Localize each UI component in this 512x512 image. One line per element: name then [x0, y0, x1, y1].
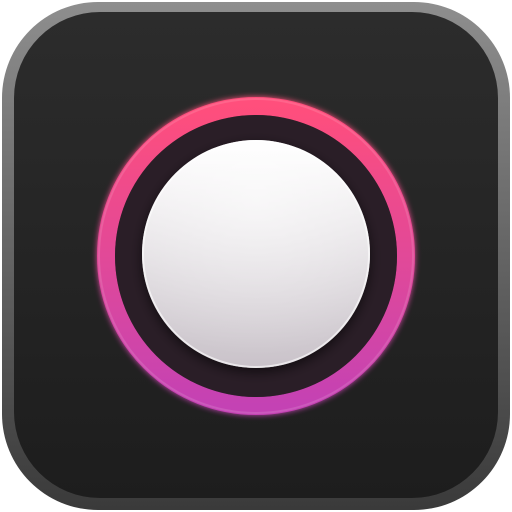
app-icon	[0, 0, 512, 512]
record-button-icon[interactable]	[0, 0, 512, 512]
